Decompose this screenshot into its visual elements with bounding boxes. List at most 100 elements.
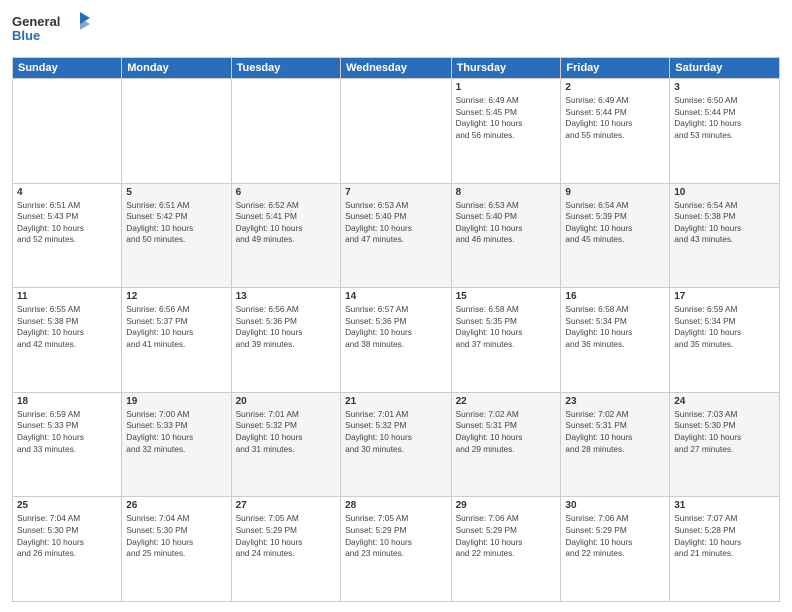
day-number: 31 xyxy=(674,500,775,511)
day-info: Sunrise: 7:01 AM Sunset: 5:32 PM Dayligh… xyxy=(236,409,336,455)
day-number: 24 xyxy=(674,396,775,407)
calendar-cell: 5Sunrise: 6:51 AM Sunset: 5:42 PM Daylig… xyxy=(122,183,231,288)
day-info: Sunrise: 6:54 AM Sunset: 5:38 PM Dayligh… xyxy=(674,200,775,246)
day-info: Sunrise: 7:05 AM Sunset: 5:29 PM Dayligh… xyxy=(345,513,447,559)
day-info: Sunrise: 6:49 AM Sunset: 5:44 PM Dayligh… xyxy=(565,95,665,141)
day-info: Sunrise: 6:55 AM Sunset: 5:38 PM Dayligh… xyxy=(17,304,117,350)
day-number: 10 xyxy=(674,187,775,198)
calendar-cell: 17Sunrise: 6:59 AM Sunset: 5:34 PM Dayli… xyxy=(670,288,780,393)
day-number: 12 xyxy=(126,291,226,302)
day-info: Sunrise: 7:06 AM Sunset: 5:29 PM Dayligh… xyxy=(456,513,557,559)
svg-text:Blue: Blue xyxy=(12,28,40,43)
day-number: 18 xyxy=(17,396,117,407)
day-number: 26 xyxy=(126,500,226,511)
weekday-header: Monday xyxy=(122,58,231,79)
calendar-week-row: 4 Sunrise: 6:51 AM Sunset: 5:43 PM Daylig… xyxy=(13,183,780,288)
day-number: 16 xyxy=(565,291,665,302)
calendar-cell: 29 Sunrise: 7:06 AM Sunset: 5:29 PM Dayli… xyxy=(451,497,561,602)
day-number: 1 xyxy=(456,82,557,93)
calendar-cell xyxy=(341,79,452,184)
calendar-cell: 18 Sunrise: 6:59 AM Sunset: 5:33 PM Dayli… xyxy=(13,392,122,497)
day-number: 22 xyxy=(456,396,557,407)
svg-text:General: General xyxy=(12,14,60,29)
day-info: Sunrise: 7:02 AM Sunset: 5:31 PM Dayligh… xyxy=(456,409,557,455)
calendar-cell: 30 Sunrise: 7:06 AM Sunset: 5:29 PM Dayli… xyxy=(561,497,670,602)
day-number: 21 xyxy=(345,396,447,407)
calendar-cell: 25 Sunrise: 7:04 AM Sunset: 5:30 PM Dayli… xyxy=(13,497,122,602)
day-number: 3 xyxy=(674,82,775,93)
day-info: Sunrise: 7:04 AM Sunset: 5:30 PM Dayligh… xyxy=(126,513,226,559)
day-info: Sunrise: 6:56 AM Sunset: 5:37 PM Dayligh… xyxy=(126,304,226,350)
day-info: Sunrise: 7:01 AM Sunset: 5:32 PM Dayligh… xyxy=(345,409,447,455)
day-number: 29 xyxy=(456,500,557,511)
weekday-header: Wednesday xyxy=(341,58,452,79)
calendar-table: SundayMondayTuesdayWednesdayThursdayFrid… xyxy=(12,57,780,602)
day-info: Sunrise: 6:50 AM Sunset: 5:44 PM Dayligh… xyxy=(674,95,775,141)
day-info: Sunrise: 6:53 AM Sunset: 5:40 PM Dayligh… xyxy=(345,200,447,246)
day-info: Sunrise: 6:53 AM Sunset: 5:40 PM Dayligh… xyxy=(456,200,557,246)
calendar-cell: 16Sunrise: 6:58 AM Sunset: 5:34 PM Dayli… xyxy=(561,288,670,393)
calendar-cell: 28 Sunrise: 7:05 AM Sunset: 5:29 PM Dayli… xyxy=(341,497,452,602)
calendar-header-row: SundayMondayTuesdayWednesdayThursdayFrid… xyxy=(13,58,780,79)
calendar-week-row: 18 Sunrise: 6:59 AM Sunset: 5:33 PM Dayli… xyxy=(13,392,780,497)
calendar-cell: 4 Sunrise: 6:51 AM Sunset: 5:43 PM Daylig… xyxy=(13,183,122,288)
day-info: Sunrise: 6:59 AM Sunset: 5:33 PM Dayligh… xyxy=(17,409,117,455)
day-number: 8 xyxy=(456,187,557,198)
calendar-cell: 12 Sunrise: 6:56 AM Sunset: 5:37 PM Dayli… xyxy=(122,288,231,393)
day-number: 9 xyxy=(565,187,665,198)
header: General Blue xyxy=(12,10,780,53)
day-number: 15 xyxy=(456,291,557,302)
day-number: 28 xyxy=(345,500,447,511)
day-number: 23 xyxy=(565,396,665,407)
day-number: 4 xyxy=(17,187,117,198)
calendar-cell: 31 Sunrise: 7:07 AM Sunset: 5:28 PM Dayli… xyxy=(670,497,780,602)
calendar-cell: 23 Sunrise: 7:02 AM Sunset: 5:31 PM Dayli… xyxy=(561,392,670,497)
day-info: Sunrise: 7:04 AM Sunset: 5:30 PM Dayligh… xyxy=(17,513,117,559)
day-info: Sunrise: 7:02 AM Sunset: 5:31 PM Dayligh… xyxy=(565,409,665,455)
day-info: Sunrise: 6:51 AM Sunset: 5:43 PM Dayligh… xyxy=(17,200,117,246)
day-info: Sunrise: 6:58 AM Sunset: 5:35 PM Dayligh… xyxy=(456,304,557,350)
calendar-cell: 11 Sunrise: 6:55 AM Sunset: 5:38 PM Dayli… xyxy=(13,288,122,393)
weekday-header: Thursday xyxy=(451,58,561,79)
day-info: Sunrise: 6:54 AM Sunset: 5:39 PM Dayligh… xyxy=(565,200,665,246)
day-info: Sunrise: 7:03 AM Sunset: 5:30 PM Dayligh… xyxy=(674,409,775,455)
day-info: Sunrise: 7:05 AM Sunset: 5:29 PM Dayligh… xyxy=(236,513,336,559)
calendar-cell xyxy=(231,79,340,184)
calendar-cell: 10 Sunrise: 6:54 AM Sunset: 5:38 PM Dayli… xyxy=(670,183,780,288)
day-info: Sunrise: 7:07 AM Sunset: 5:28 PM Dayligh… xyxy=(674,513,775,559)
calendar-week-row: 25 Sunrise: 7:04 AM Sunset: 5:30 PM Dayli… xyxy=(13,497,780,602)
calendar-cell: 1 Sunrise: 6:49 AM Sunset: 5:45 PM Daylig… xyxy=(451,79,561,184)
day-number: 25 xyxy=(17,500,117,511)
page: General Blue SundayMondayTuesdayWednesda… xyxy=(0,0,792,612)
calendar-cell: 21 Sunrise: 7:01 AM Sunset: 5:32 PM Dayli… xyxy=(341,392,452,497)
calendar-cell: 24 Sunrise: 7:03 AM Sunset: 5:30 PM Dayli… xyxy=(670,392,780,497)
day-number: 11 xyxy=(17,291,117,302)
calendar-cell: 22 Sunrise: 7:02 AM Sunset: 5:31 PM Dayli… xyxy=(451,392,561,497)
logo: General Blue xyxy=(12,10,102,53)
day-info: Sunrise: 6:57 AM Sunset: 5:36 PM Dayligh… xyxy=(345,304,447,350)
day-number: 30 xyxy=(565,500,665,511)
day-number: 14 xyxy=(345,291,447,302)
logo-graphic: General Blue xyxy=(12,10,102,53)
calendar-cell xyxy=(122,79,231,184)
day-info: Sunrise: 6:51 AM Sunset: 5:42 PM Dayligh… xyxy=(126,200,226,246)
calendar-cell: 9 Sunrise: 6:54 AM Sunset: 5:39 PM Daylig… xyxy=(561,183,670,288)
day-number: 13 xyxy=(236,291,336,302)
day-info: Sunrise: 7:06 AM Sunset: 5:29 PM Dayligh… xyxy=(565,513,665,559)
calendar-cell: 26 Sunrise: 7:04 AM Sunset: 5:30 PM Dayli… xyxy=(122,497,231,602)
day-number: 2 xyxy=(565,82,665,93)
calendar-cell: 14 Sunrise: 6:57 AM Sunset: 5:36 PM Dayli… xyxy=(341,288,452,393)
calendar-cell: 13 Sunrise: 6:56 AM Sunset: 5:36 PM Dayli… xyxy=(231,288,340,393)
day-info: Sunrise: 6:56 AM Sunset: 5:36 PM Dayligh… xyxy=(236,304,336,350)
calendar-cell xyxy=(13,79,122,184)
day-number: 7 xyxy=(345,187,447,198)
day-info: Sunrise: 6:52 AM Sunset: 5:41 PM Dayligh… xyxy=(236,200,336,246)
day-number: 6 xyxy=(236,187,336,198)
calendar-cell: 2 Sunrise: 6:49 AM Sunset: 5:44 PM Daylig… xyxy=(561,79,670,184)
calendar-cell: 15 Sunrise: 6:58 AM Sunset: 5:35 PM Dayli… xyxy=(451,288,561,393)
day-number: 27 xyxy=(236,500,336,511)
weekday-header: Friday xyxy=(561,58,670,79)
calendar-week-row: 1 Sunrise: 6:49 AM Sunset: 5:45 PM Daylig… xyxy=(13,79,780,184)
day-info: Sunrise: 6:49 AM Sunset: 5:45 PM Dayligh… xyxy=(456,95,557,141)
logo-svg: General Blue xyxy=(12,10,102,48)
